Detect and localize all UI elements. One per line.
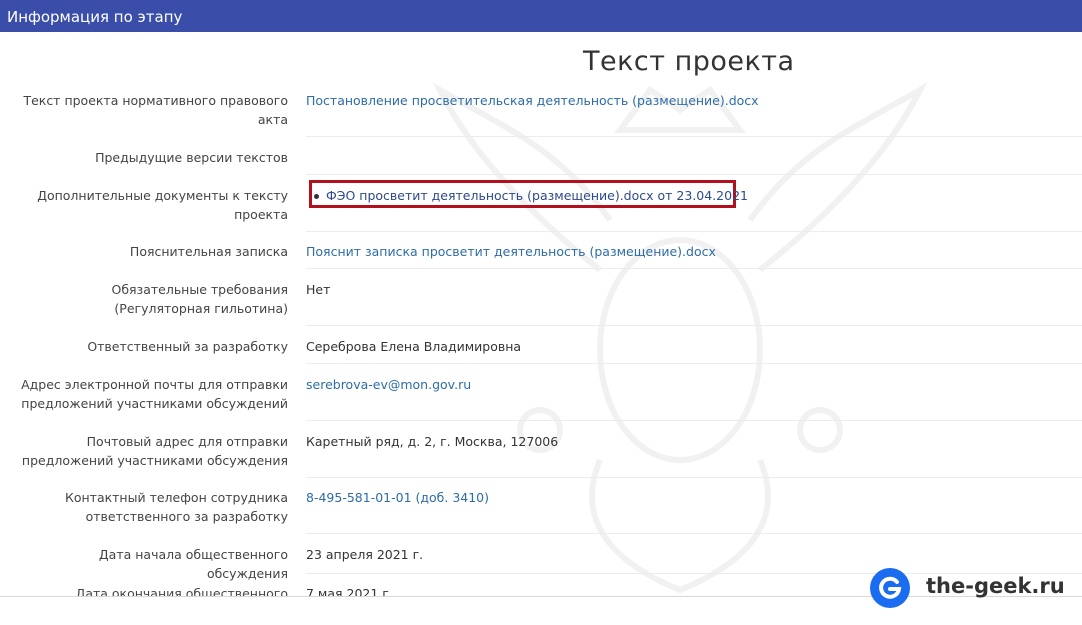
row-label: Пояснительная записка <box>129 244 288 259</box>
additional-document-link[interactable]: ФЭО просветит деятельность (размещение).… <box>326 188 748 203</box>
row-divider <box>306 533 1082 534</box>
row-label: Дополнительные документы к тексту проект… <box>37 188 288 222</box>
row-value: serebrova-ev@mon.gov.ru <box>306 375 1082 394</box>
g-letter-icon <box>879 576 902 599</box>
brand-name: the-geek.ru <box>926 574 1065 598</box>
email-link[interactable]: serebrova-ev@mon.gov.ru <box>306 377 471 392</box>
stage-info-header: Информация по этапу <box>0 0 1082 32</box>
row-divider <box>306 420 1082 421</box>
project-text-link[interactable]: Постановление просветительская деятельно… <box>306 93 759 108</box>
phone-link[interactable]: 8-495-581-01-01 (доб. 3410) <box>306 490 489 505</box>
footer-area <box>0 597 1082 625</box>
row-value: Постановление просветительская деятельно… <box>306 91 1082 110</box>
row-value: 23 апреля 2021 г. <box>306 547 424 562</box>
row-label: Адрес электронной почты для отправки пре… <box>21 377 288 411</box>
row-label: Текст проекта нормативного правового акт… <box>23 93 288 127</box>
row-label: Предыдущие версии текстов <box>95 150 288 165</box>
row-value: Сереброва Елена Владимировна <box>306 339 522 354</box>
row-divider <box>306 363 1082 364</box>
row-divider <box>306 174 1082 175</box>
header-title: Информация по этапу <box>7 8 183 26</box>
row-divider <box>306 231 1082 232</box>
row-divider <box>306 477 1082 478</box>
row-label: Контактный телефон сотрудника ответствен… <box>64 490 288 524</box>
row-label: Ответственный за разработку <box>87 339 288 354</box>
row-divider <box>306 136 1082 137</box>
row-label: Почтовый адрес для отправки предложений … <box>21 434 288 468</box>
bullet-icon <box>314 194 319 199</box>
brand-logo-icon <box>870 568 910 608</box>
row-divider <box>306 325 1082 326</box>
row-divider <box>306 268 1082 269</box>
row-value: Пояснит записка просветит деятельность (… <box>306 242 1082 261</box>
row-value: 8-495-581-01-01 (доб. 3410) <box>306 488 1082 507</box>
row-value: Нет <box>306 282 331 297</box>
list-item: ФЭО просветит деятельность (размещение).… <box>314 186 748 205</box>
explanatory-note-link[interactable]: Пояснит записка просветит деятельность (… <box>306 244 716 259</box>
page-title: Текст проекта <box>583 46 795 77</box>
row-label: Обязательные требования (Регуляторная ги… <box>111 282 288 316</box>
row-label: Дата начала общественного обсуждения <box>98 547 288 581</box>
row-value: Каретный ряд, д. 2, г. Москва, 127006 <box>306 434 559 449</box>
